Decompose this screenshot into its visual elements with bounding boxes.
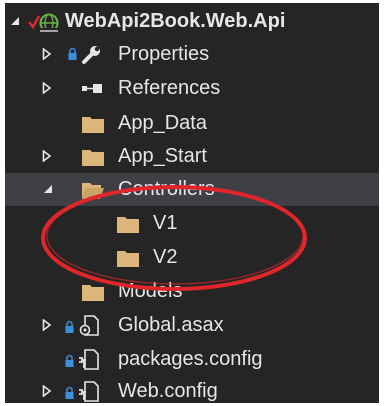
tree-item-app-start[interactable]: App_Start [5, 140, 379, 173]
tree-item-v1[interactable]: V1 [5, 207, 379, 240]
config-file-icon [77, 348, 101, 372]
folder-icon [116, 214, 140, 234]
expanded-arrow-icon[interactable] [42, 173, 56, 206]
tree-item-label: Controllers [118, 178, 215, 200]
tree-item-controllers[interactable]: Controllers [5, 173, 379, 206]
tree-item-label: V1 [153, 212, 178, 234]
references-icon [81, 83, 103, 95]
lock-badge-icon [65, 354, 74, 368]
tree-item-label: packages.config [118, 348, 263, 370]
tree-item-web-config[interactable]: Web.config [5, 375, 379, 403]
tree-item-label: References [118, 77, 221, 99]
collapsed-arrow-icon[interactable] [42, 38, 56, 71]
tree-item-label: Models [118, 280, 183, 302]
tree-item-label: Properties [118, 43, 210, 65]
expanded-arrow-icon[interactable] [9, 5, 23, 38]
config-gear-file-icon [77, 314, 101, 338]
tree-item-packages-config[interactable]: packages.config [5, 343, 379, 376]
tree-item-label: Web.config [118, 380, 218, 402]
solution-explorer-tree: WebApi2Book.Web.Api Properties Reference… [5, 3, 379, 403]
tree-item-models[interactable]: Models [5, 275, 379, 308]
lock-badge-icon [65, 320, 74, 334]
wrench-icon [81, 45, 101, 65]
lock-badge-icon [68, 47, 77, 61]
tree-item-properties[interactable]: Properties [5, 38, 379, 71]
tree-item-references[interactable]: References [5, 72, 379, 105]
csharp-web-project-icon [27, 10, 61, 34]
tree-item-app-data[interactable]: App_Data [5, 107, 379, 140]
folder-icon [81, 147, 105, 167]
collapsed-arrow-icon[interactable] [42, 140, 56, 173]
collapsed-arrow-icon[interactable] [42, 375, 56, 403]
tree-item-label: WebApi2Book.Web.Api [65, 10, 286, 32]
tree-item-global-asax[interactable]: Global.asax [5, 309, 379, 342]
tree-item-label: V2 [153, 246, 178, 268]
tree-item-label: App_Data [118, 112, 207, 134]
lock-badge-icon [65, 386, 74, 400]
folder-open-icon [81, 180, 105, 200]
tree-item-v2[interactable]: V2 [5, 241, 379, 274]
config-file-icon [77, 380, 101, 403]
collapsed-arrow-icon[interactable] [42, 309, 56, 342]
tree-item-label: Global.asax [118, 314, 224, 336]
tree-item-label: App_Start [118, 145, 207, 167]
tree-item-project[interactable]: WebApi2Book.Web.Api [5, 5, 379, 38]
folder-icon [116, 248, 140, 268]
folder-icon [81, 282, 105, 302]
folder-icon [81, 114, 105, 134]
collapsed-arrow-icon[interactable] [42, 72, 56, 105]
